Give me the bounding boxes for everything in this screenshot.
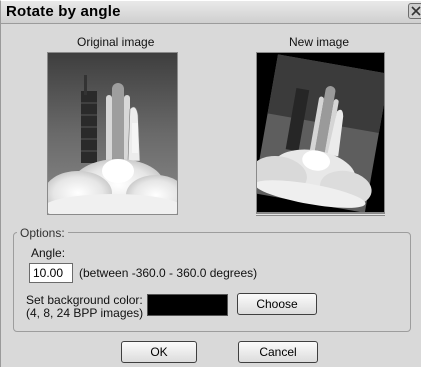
new-image-scrollbar bbox=[256, 213, 385, 216]
ok-button[interactable]: OK bbox=[121, 341, 197, 363]
dialog-title: Rotate by angle bbox=[6, 3, 121, 20]
options-group-label: Options: bbox=[17, 226, 68, 240]
new-image-label: New image bbox=[289, 35, 350, 49]
title-bar: Rotate by angle bbox=[1, 1, 421, 24]
angle-label: Angle: bbox=[31, 246, 66, 260]
bg-color-sublabel: (4, 8, 24 BPP images) bbox=[26, 306, 144, 320]
original-image-preview bbox=[47, 52, 178, 215]
new-image-preview bbox=[256, 52, 385, 213]
choose-color-button[interactable]: Choose bbox=[237, 293, 317, 315]
rotate-dialog: Rotate by angle Original image New image bbox=[0, 0, 421, 367]
close-icon bbox=[411, 6, 421, 16]
original-image-label: Original image bbox=[77, 35, 155, 49]
angle-input[interactable]: 10.00 bbox=[29, 263, 73, 283]
cancel-button[interactable]: Cancel bbox=[238, 341, 318, 363]
bg-color-label: Set background color: bbox=[26, 293, 143, 307]
close-button[interactable] bbox=[408, 3, 421, 19]
angle-range-hint: (between -360.0 - 360.0 degrees) bbox=[79, 266, 258, 280]
background-color-swatch[interactable] bbox=[147, 294, 228, 316]
